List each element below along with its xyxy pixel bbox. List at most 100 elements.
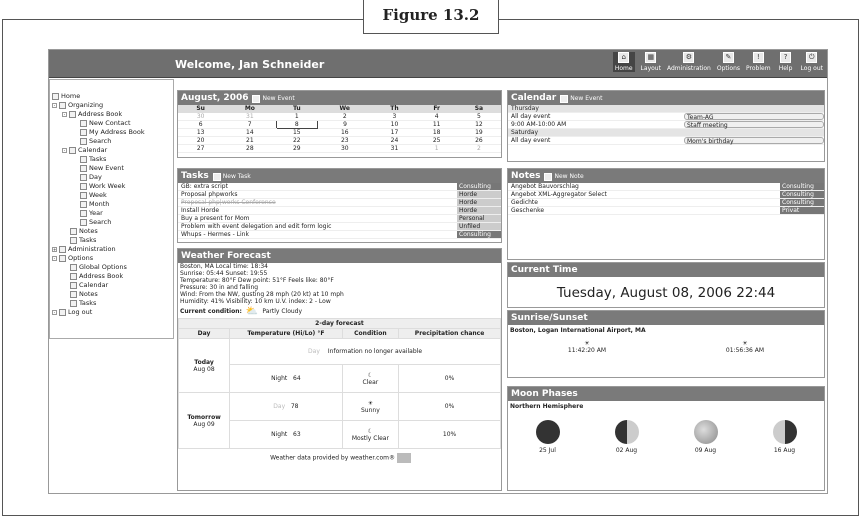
- calendar-day[interactable]: 28: [223, 144, 277, 153]
- nav-home[interactable]: ⌂ Home: [612, 52, 635, 72]
- condition-text: Clear: [362, 378, 379, 386]
- panel-title: Tasks: [181, 171, 209, 181]
- calendar-day[interactable]: 17: [372, 128, 417, 137]
- calendar-day[interactable]: 23: [317, 136, 373, 145]
- new-event-link[interactable]: New Event: [560, 95, 602, 102]
- nav-problem[interactable]: ! Problem: [746, 52, 771, 72]
- sidebar-item-notes-options[interactable]: Notes: [70, 290, 98, 298]
- sidebar-item-label: Search: [89, 137, 112, 145]
- task-row[interactable]: Problem with event delegation and edit f…: [178, 223, 501, 231]
- note-row[interactable]: Angebot XML-Aggregator Select Consulting: [508, 191, 824, 199]
- note-row[interactable]: Geschenke Privat: [508, 207, 824, 215]
- calendar-day[interactable]: 14: [223, 128, 277, 137]
- calendar-day[interactable]: 27: [178, 144, 224, 153]
- calendar-icon: [69, 146, 76, 154]
- home-icon: [52, 92, 59, 100]
- sidebar-item-tasks[interactable]: Tasks: [80, 155, 106, 163]
- sidebar-item-new-contact[interactable]: New Contact: [80, 119, 131, 127]
- calendar-day[interactable]: 9: [317, 120, 373, 129]
- calendar-day[interactable]: 2: [317, 112, 373, 121]
- sidebar-item-notes[interactable]: Notes: [70, 227, 98, 235]
- task-label: Proposal phpworks: [181, 191, 238, 198]
- calendar-day[interactable]: 18: [416, 128, 457, 137]
- sidebar-item-year[interactable]: Year: [80, 209, 103, 217]
- event-row[interactable]: All day event Mom's birthday: [508, 137, 824, 145]
- calendar-day[interactable]: 10: [372, 120, 417, 129]
- calendar-day[interactable]: 3: [372, 112, 417, 121]
- calendar-day[interactable]: 4: [416, 112, 457, 121]
- calendar-day[interactable]: 24: [372, 136, 417, 145]
- calendar-day[interactable]: 19: [456, 128, 501, 137]
- calendar-day[interactable]: 29: [276, 144, 318, 153]
- sidebar-item-month[interactable]: Month: [80, 200, 109, 208]
- event-row[interactable]: 9:00 AM-10:00 AM Staff meeting: [508, 121, 824, 129]
- nav-options[interactable]: ✎ Options: [717, 52, 740, 72]
- sidebar-item-logout[interactable]: - Log out: [52, 308, 92, 316]
- sidebar-item-tasks-root[interactable]: Tasks: [70, 236, 96, 244]
- sidebar-item-search[interactable]: Search: [80, 137, 111, 145]
- new-note-link[interactable]: New Note: [544, 173, 583, 180]
- precip-value: 0%: [398, 364, 501, 393]
- nav-administration[interactable]: ⚙ Administration: [667, 52, 711, 72]
- calendar-day[interactable]: 31: [372, 144, 417, 153]
- sidebar-item-options[interactable]: - Options: [52, 254, 93, 262]
- calendar-day[interactable]: 22: [276, 136, 318, 145]
- help-icon: ?: [780, 52, 792, 63]
- calendar-day[interactable]: 12: [456, 120, 501, 129]
- sidebar-item-home[interactable]: Home: [52, 92, 80, 100]
- calendar-day[interactable]: 30: [178, 112, 224, 121]
- task-row[interactable]: Install Horde Horde: [178, 207, 501, 215]
- task-row[interactable]: Whups - Hermes - Link Consulting: [178, 231, 501, 239]
- sidebar-item-calendar-options[interactable]: Calendar: [70, 281, 108, 289]
- sidebar-item-calendar[interactable]: - Calendar: [62, 146, 107, 154]
- calendar-day[interactable]: 21: [223, 136, 277, 145]
- forecast-day-today: Today Aug 08: [177, 338, 231, 393]
- sunny-icon: ☀: [367, 399, 374, 407]
- calendar-day[interactable]: 13: [178, 128, 224, 137]
- calendar-day[interactable]: 11: [416, 120, 457, 129]
- sidebar-item-address-book[interactable]: - Address Book: [62, 110, 122, 118]
- sidebar-item-week[interactable]: Week: [80, 191, 107, 199]
- calendar-day[interactable]: 25: [416, 136, 457, 145]
- sidebar-item-day[interactable]: Day: [80, 173, 102, 181]
- calendar-day[interactable]: 30: [317, 144, 373, 153]
- calendar-day[interactable]: 16: [317, 128, 373, 137]
- sidebar-item-tasks-options[interactable]: Tasks: [70, 299, 96, 307]
- event-row[interactable]: All day event Team-AG: [508, 113, 824, 121]
- sidebar-item-calendar-search[interactable]: Search: [80, 218, 111, 226]
- calendar-day[interactable]: 26: [456, 136, 501, 145]
- calendar-day[interactable]: 8: [275, 119, 318, 129]
- calendar-day[interactable]: 31: [223, 112, 277, 121]
- task-row[interactable]: Buy a present for Mom Personal: [178, 215, 501, 223]
- weather-credit[interactable]: Weather data provided by weather.com®: [270, 455, 395, 462]
- nav-logout[interactable]: ⏻ Log out: [801, 52, 823, 72]
- nav-help[interactable]: ? Help: [777, 52, 795, 72]
- calendar-day[interactable]: 15: [276, 128, 318, 137]
- task-category: Personal: [457, 215, 501, 222]
- calendar-day[interactable]: 2: [456, 144, 501, 153]
- sidebar-item-organizing[interactable]: - Organizing: [52, 101, 103, 109]
- tomorrow-night-row: Night 63: [229, 420, 343, 449]
- panel-title: Notes: [511, 171, 541, 181]
- calendar-day[interactable]: 5: [456, 112, 501, 121]
- weather-details: Boston, MA Local time: 18:34 Sunrise: 05:…: [178, 263, 501, 305]
- sidebar-item-new-event[interactable]: New Event: [80, 164, 124, 172]
- new-event-link[interactable]: New Event: [252, 95, 294, 102]
- calendar-day[interactable]: 20: [178, 136, 224, 145]
- sidebar-item-global-options[interactable]: Global Options: [70, 263, 127, 271]
- calendar-day[interactable]: 6: [178, 120, 224, 129]
- sidebar-item-work-week[interactable]: Work Week: [80, 182, 125, 190]
- calendar-day[interactable]: 1: [416, 144, 457, 153]
- sidebar-item-my-address-book[interactable]: My Address Book: [80, 128, 145, 136]
- task-row[interactable]: Proposal php|works Conference Horde: [178, 199, 501, 207]
- nav-layout[interactable]: ▦ Layout: [641, 52, 661, 72]
- sidebar-item-administration[interactable]: + Administration: [52, 245, 116, 253]
- new-task-link[interactable]: New Task: [213, 173, 251, 180]
- calendar-day[interactable]: 7: [223, 120, 277, 129]
- task-row[interactable]: GB: extra script Consulting: [178, 183, 501, 191]
- note-row[interactable]: Gedichte Consulting: [508, 199, 824, 207]
- sidebar-item-address-book-options[interactable]: Address Book: [70, 272, 123, 280]
- note-row[interactable]: Angebot Bauvorschlag Consulting: [508, 183, 824, 191]
- task-row[interactable]: Proposal phpworks Horde: [178, 191, 501, 199]
- calendar-day[interactable]: 1: [276, 112, 318, 121]
